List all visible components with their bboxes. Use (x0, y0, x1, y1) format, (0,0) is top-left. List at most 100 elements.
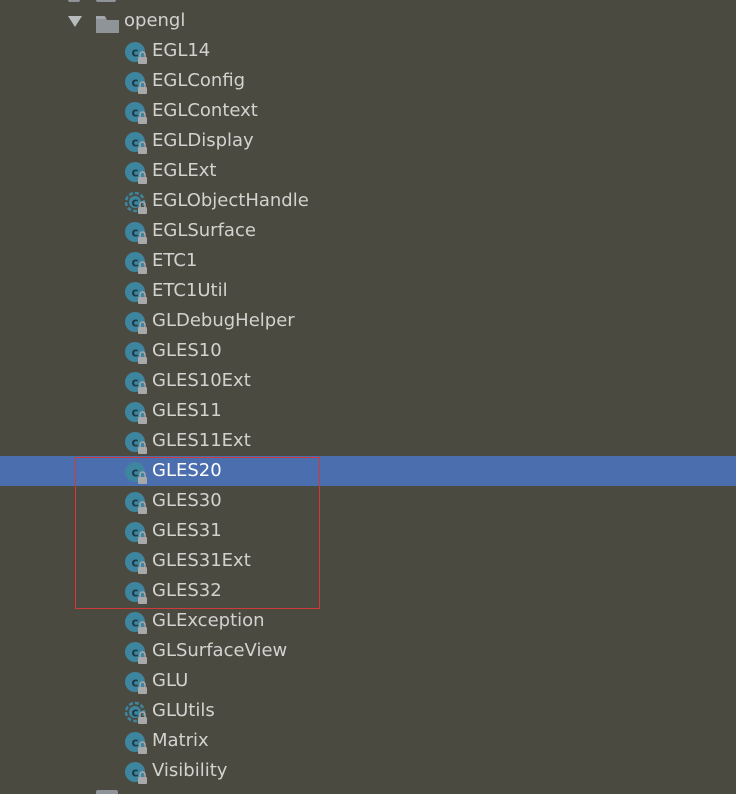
class-icon: c (125, 462, 147, 484)
tree-item[interactable]: c EGLContext (0, 96, 736, 126)
tree-item-label: EGL14 (152, 40, 211, 61)
tree-item[interactable]: c GLES32 (0, 576, 736, 606)
svg-text:c: c (131, 676, 138, 690)
expand-arrow-icon[interactable] (68, 16, 82, 27)
tree-item[interactable]: c ETC1Util (0, 276, 736, 306)
tree-item-label: EGLConfig (152, 70, 246, 91)
abstract-class-icon: c (124, 191, 147, 214)
svg-text:c: c (131, 226, 138, 240)
svg-text:c: c (131, 106, 138, 120)
tree-item[interactable]: c EGLExt (0, 156, 736, 186)
tree-item-label: GLException (152, 610, 265, 631)
tree-item-label: EGLExt (152, 160, 217, 181)
folder-icon (96, 16, 119, 33)
svg-text:c: c (131, 646, 138, 660)
svg-text:c: c (131, 466, 138, 480)
tree-item-label: GLES30 (152, 490, 222, 511)
class-icon: c (125, 312, 147, 334)
tree-item[interactable]: c GLDebugHelper (0, 306, 736, 336)
tree-item-label: Matrix (152, 730, 209, 751)
abstract-class-icon: c (124, 701, 147, 724)
tree-item[interactable]: c GLUtils (0, 696, 736, 726)
tree-folder-opengl[interactable]: opengl (0, 6, 736, 36)
partial-row-above-folder-icon (96, 0, 116, 2)
tree-item-label: GLUtils (152, 700, 215, 721)
partial-row-below-folder-icon (96, 790, 118, 794)
class-icon: c (125, 132, 147, 154)
tree-item[interactable]: c GLES11Ext (0, 426, 736, 456)
svg-text:c: c (131, 196, 138, 210)
class-icon: c (125, 762, 147, 784)
class-icon: c (125, 432, 147, 454)
tree-item[interactable]: c GLES31Ext (0, 546, 736, 576)
svg-text:c: c (131, 736, 138, 750)
svg-text:c: c (131, 706, 138, 720)
tree-item-label: GLU (152, 670, 189, 691)
class-icon: c (125, 642, 147, 664)
partial-row-above-arrow-icon (68, 0, 80, 2)
class-icon: c (125, 252, 147, 274)
class-icon: c (125, 162, 147, 184)
tree-item-label: ETC1Util (152, 280, 228, 301)
tree-item[interactable]: c EGLDisplay (0, 126, 736, 156)
tree-item-label: GLES10Ext (152, 370, 251, 391)
tree-item-label: GLES31 (152, 520, 222, 541)
svg-text:c: c (131, 316, 138, 330)
tree-item-label: GLES31Ext (152, 550, 251, 571)
svg-text:c: c (131, 136, 138, 150)
tree-item[interactable]: c Matrix (0, 726, 736, 756)
tree-item-label: EGLContext (152, 100, 258, 121)
project-tree: opengl c EGL14 c EGLConfig c EGLContext c EGLDi… (0, 0, 736, 794)
tree-item[interactable]: c GLES10Ext (0, 366, 736, 396)
class-icon: c (125, 282, 147, 304)
tree-item[interactable]: c GLES10 (0, 336, 736, 366)
class-icon: c (125, 492, 147, 514)
svg-text:c: c (131, 46, 138, 60)
tree-item-label: GLES20 (152, 460, 222, 481)
tree-item-label: GLES11Ext (152, 430, 251, 451)
tree-item[interactable]: c GLSurfaceView (0, 636, 736, 666)
class-icon: c (125, 402, 147, 424)
tree-item-label: GLSurfaceView (152, 640, 288, 661)
tree-item[interactable]: c EGLConfig (0, 66, 736, 96)
tree-item[interactable]: c GLU (0, 666, 736, 696)
svg-text:c: c (131, 526, 138, 540)
svg-text:c: c (131, 616, 138, 630)
tree-item[interactable]: c ETC1 (0, 246, 736, 276)
svg-text:c: c (131, 286, 138, 300)
tree-item-label: EGLDisplay (152, 130, 254, 151)
class-icon: c (125, 672, 147, 694)
svg-text:c: c (131, 166, 138, 180)
class-icon: c (125, 522, 147, 544)
tree-item[interactable]: c GLES31 (0, 516, 736, 546)
tree-item-label: GLES11 (152, 400, 222, 421)
tree-item[interactable]: c GLException (0, 606, 736, 636)
tree-item-label: EGLObjectHandle (152, 190, 309, 211)
svg-text:c: c (131, 556, 138, 570)
tree-item[interactable]: c EGLSurface (0, 216, 736, 246)
tree-item[interactable]: c EGLObjectHandle (0, 186, 736, 216)
class-icon: c (125, 732, 147, 754)
tree-item-label: GLES32 (152, 580, 222, 601)
class-icon: c (125, 42, 147, 64)
tree-item[interactable]: c EGL14 (0, 36, 736, 66)
class-icon: c (125, 612, 147, 634)
svg-text:c: c (131, 406, 138, 420)
class-icon: c (125, 102, 147, 124)
tree-item[interactable]: c GLES20 (0, 456, 736, 486)
class-icon: c (125, 222, 147, 244)
tree-item-label: GLES10 (152, 340, 222, 361)
svg-text:c: c (131, 346, 138, 360)
folder-label: opengl (124, 10, 186, 31)
svg-text:c: c (131, 256, 138, 270)
tree-item-label: EGLSurface (152, 220, 256, 241)
svg-text:c: c (131, 376, 138, 390)
svg-text:c: c (131, 496, 138, 510)
svg-text:c: c (131, 436, 138, 450)
tree-item-label: GLDebugHelper (152, 310, 295, 331)
class-icon: c (125, 342, 147, 364)
tree-item[interactable]: c GLES11 (0, 396, 736, 426)
class-icon: c (125, 372, 147, 394)
tree-item[interactable]: c Visibility (0, 756, 736, 786)
tree-item[interactable]: c GLES30 (0, 486, 736, 516)
